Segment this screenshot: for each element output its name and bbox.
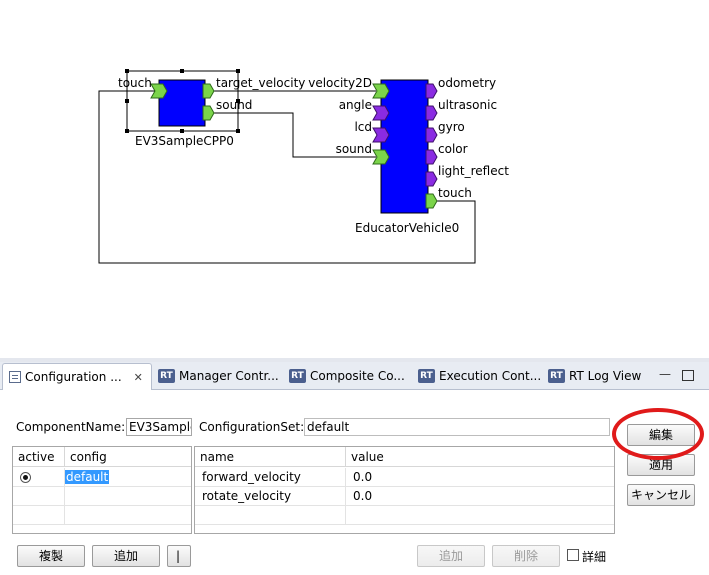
tab-label: Configuration ... [25,370,122,384]
rt-icon: RT [289,369,306,383]
system-diagram-canvas[interactable]: touch target_velocity sound EV3SampleCPP… [0,0,709,358]
port-label-sound-in: sound [336,142,372,156]
delete-param-button[interactable]: 削除 [492,545,560,567]
port-label-touch-in: touch [118,76,152,90]
outport-color[interactable] [425,149,438,165]
outport-touch[interactable] [425,193,438,209]
add-config-button[interactable]: 追加 [92,545,160,567]
detail-checkbox[interactable] [567,549,579,561]
active-radio[interactable] [20,472,31,483]
outport-gyro[interactable] [425,127,438,143]
port-label-light-reflect: light_reflect [438,164,509,178]
add-param-button[interactable]: 追加 [417,545,485,567]
empty-cell [65,487,191,506]
component-educatorvehicle0[interactable] [380,79,429,214]
configuration-set-label: ConfigurationSet: [199,420,305,434]
empty-cell [65,506,191,525]
param-value-cell[interactable]: 0.0 [346,468,614,487]
tab-label: RT Log View [569,369,642,383]
rt-icon: RT [158,369,175,383]
port-label-touch-out: touch [438,186,472,200]
highlight-circle [612,408,704,460]
config-view-icon [9,371,21,383]
outport-target-velocity[interactable] [202,83,215,99]
column-header-value[interactable]: value [346,447,614,467]
view-tab-bar: Configuration ... ✕ RT Manager Contr... … [0,362,709,390]
tab-label: Manager Contr... [179,369,279,383]
component-ev3samplecpp0[interactable] [158,79,206,127]
tab-configuration[interactable]: Configuration ... ✕ [2,363,152,390]
param-name-cell[interactable]: forward_velocity [195,468,346,487]
empty-cell [13,506,65,525]
column-header-name[interactable]: name [195,447,346,467]
tab-label: Execution Cont... [439,369,542,383]
copy-button[interactable]: 複製 [17,545,85,567]
port-label-color: color [438,142,468,156]
port-label-angle: angle [339,98,372,112]
port-label-gyro: gyro [438,120,465,134]
table-row[interactable]: default [65,468,191,487]
param-name-cell[interactable]: rotate_velocity [195,487,346,506]
column-header-active[interactable]: active [13,447,65,467]
table-row[interactable] [13,468,65,487]
delete-config-button[interactable]: | [167,545,191,567]
outport-light-reflect[interactable] [425,171,438,187]
config-parameters-table: name value forward_velocity 0.0 rotate_v… [194,446,615,534]
component-name-ev3samplecpp0: EV3SampleCPP0 [135,134,234,148]
port-label-velocity2d: velocity2D [308,76,372,90]
port-label-sound-out: sound [216,98,252,112]
port-label-ultrasonic: ultrasonic [438,98,497,112]
outport-sound[interactable] [202,105,215,121]
param-value-cell[interactable]: 0.0 [346,487,614,506]
outport-ultrasonic[interactable] [425,105,438,121]
column-header-config[interactable]: config [65,447,191,467]
component-name-label: ComponentName: [16,420,126,434]
config-cell: default [65,470,110,484]
configuration-set-field[interactable]: default [304,418,610,436]
tab-label: Composite Co... [310,369,405,383]
maximize-icon[interactable] [682,370,694,381]
tab-execution-context[interactable]: RT Execution Cont... [418,364,541,388]
inport-angle[interactable] [372,105,390,121]
empty-cell [195,506,346,525]
config-set-table: active config default [12,446,192,534]
empty-cell [346,506,614,525]
outport-odometry[interactable] [425,83,438,99]
rt-icon: RT [548,369,565,383]
rt-icon: RT [418,369,435,383]
tab-composite-component[interactable]: RT Composite Co... [289,364,405,388]
component-name-educatorvehicle0: EducatorVehicle0 [355,221,459,235]
detail-label: 詳細 [582,550,607,564]
empty-cell [13,487,65,506]
cancel-button[interactable]: キャンセル [627,484,695,506]
inport-lcd[interactable] [372,127,390,143]
minimize-icon[interactable]: — [659,367,671,381]
tab-rt-log-view[interactable]: RT RT Log View [548,364,641,388]
port-label-target-velocity: target_velocity [216,76,305,90]
port-label-lcd: lcd [354,120,372,134]
component-name-field[interactable]: EV3SampleCPP0 [126,418,192,436]
port-label-odometry: odometry [438,76,496,90]
tab-manager-control[interactable]: RT Manager Contr... [158,364,279,388]
close-icon[interactable]: ✕ [134,371,143,384]
